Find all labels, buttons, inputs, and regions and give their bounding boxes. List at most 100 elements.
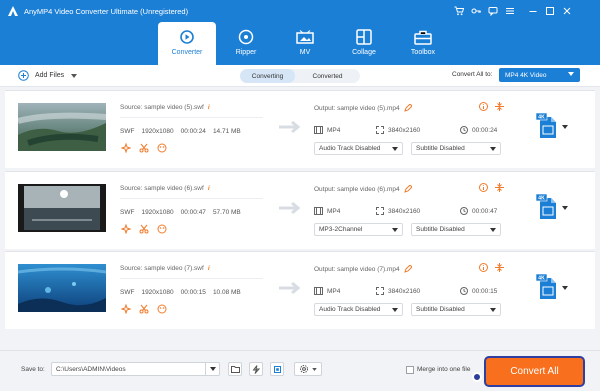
output-name: Output: sample video (6).mp4 — [314, 185, 400, 193]
tab-ripper[interactable]: Ripper — [217, 22, 275, 65]
subtitle-select[interactable]: Subtitle Disabled — [411, 142, 501, 155]
source-file: Source: sample video (7).swf i — [120, 265, 210, 272]
compress-icon[interactable] — [495, 183, 504, 192]
tab-converted[interactable]: Converted — [295, 69, 360, 83]
tab-collage[interactable]: Collage — [335, 22, 393, 65]
palette-icon[interactable] — [157, 143, 167, 153]
audio-track-select[interactable]: MP3-2Channel — [314, 223, 403, 236]
tab-label: Converter — [171, 49, 203, 56]
source-resolution: 1920x1080 — [141, 128, 174, 135]
chevron-down-icon — [312, 367, 317, 371]
close-icon[interactable] — [561, 5, 572, 16]
source-resolution: 1920x1080 — [141, 209, 174, 216]
audio-track-select[interactable]: Audio Track Disabled — [314, 142, 403, 155]
menu-icon[interactable] — [504, 5, 515, 16]
tab-mv[interactable]: MV — [276, 22, 334, 65]
chevron-down-icon[interactable] — [562, 286, 568, 290]
audio-track-select[interactable]: Audio Track Disabled — [314, 303, 403, 316]
chevron-down-icon — [392, 228, 398, 232]
output-duration: 00:00:47 — [472, 207, 498, 215]
cut-icon[interactable] — [139, 304, 149, 314]
clock-icon — [460, 207, 468, 215]
film-icon — [314, 287, 323, 295]
subtitle-select[interactable]: Subtitle Disabled — [411, 223, 501, 236]
mv-icon — [296, 29, 314, 45]
info-circle-icon[interactable] — [479, 263, 488, 272]
lightning-icon — [252, 364, 260, 374]
info-icon[interactable]: i — [208, 104, 210, 111]
mp4-4k-format-icon[interactable]: 4K — [536, 194, 558, 220]
resize-icon — [376, 287, 384, 295]
tab-converter[interactable]: Converter — [158, 22, 216, 65]
video-thumbnail[interactable] — [18, 184, 106, 232]
cart-icon[interactable] — [453, 5, 464, 16]
video-thumbnail[interactable] — [18, 264, 106, 312]
resize-icon — [376, 207, 384, 215]
cut-icon[interactable] — [139, 143, 149, 153]
output-resolution: 3840x2160 — [388, 207, 421, 215]
enhance-icon[interactable] — [121, 304, 131, 314]
save-path-select[interactable]: C:\Users\ADMIN\Videos — [51, 362, 220, 376]
clock-icon — [460, 287, 468, 295]
chevron-down-icon — [490, 228, 496, 232]
enhance-icon[interactable] — [121, 143, 131, 153]
enhance-icon[interactable] — [121, 224, 131, 234]
chevron-down-icon — [392, 308, 398, 312]
source-file: Source: sample video (6).swf i — [120, 185, 210, 192]
chat-icon[interactable] — [487, 5, 498, 16]
source-duration: 00:00:47 — [180, 209, 206, 216]
merge-checkbox[interactable] — [406, 366, 414, 374]
app-logo — [8, 6, 18, 16]
compress-icon[interactable] — [495, 102, 504, 111]
info-circle-icon[interactable] — [479, 183, 488, 192]
info-icon[interactable]: i — [208, 265, 210, 272]
add-files-button[interactable]: Add Files — [18, 70, 78, 81]
folder-icon — [230, 366, 240, 373]
app-title: AnyMP4 Video Converter Ultimate (Unregis… — [24, 7, 189, 16]
tab-label: MV — [299, 49, 311, 56]
gpu-icon — [273, 365, 281, 373]
hardware-accel-button[interactable] — [249, 362, 263, 376]
source-file: Source: sample video (5).swf i — [120, 104, 210, 111]
tab-converting[interactable]: Converting — [240, 69, 295, 83]
gpu-accel-button[interactable] — [270, 362, 284, 376]
subtitle-select[interactable]: Subtitle Disabled — [411, 303, 501, 316]
edit-icon[interactable] — [403, 104, 412, 112]
open-folder-button[interactable] — [228, 362, 242, 376]
video-thumbnail[interactable] — [18, 103, 106, 151]
convert-all-format-select[interactable]: MP4 4K Video — [499, 68, 580, 82]
palette-icon[interactable] — [157, 304, 167, 314]
output-format: MP4 — [327, 126, 341, 134]
source-format: SWF — [120, 289, 135, 296]
film-icon — [314, 207, 323, 215]
source-resolution: 1920x1080 — [141, 289, 174, 296]
tab-toolbox[interactable]: Toolbox — [394, 22, 452, 65]
minimize-icon[interactable] — [527, 5, 538, 16]
chevron-down-icon[interactable] — [562, 125, 568, 129]
cut-icon[interactable] — [139, 224, 149, 234]
edit-icon[interactable] — [403, 185, 412, 193]
info-icon[interactable]: i — [208, 185, 210, 192]
compress-icon[interactable] — [495, 263, 504, 272]
arrow-right-icon — [279, 121, 301, 133]
source-size: 10.08 MB — [212, 289, 241, 296]
edit-icon[interactable] — [403, 265, 412, 273]
chevron-down-icon[interactable] — [562, 206, 568, 210]
key-icon[interactable] — [470, 5, 481, 16]
maximize-icon[interactable] — [544, 5, 555, 16]
source-format: SWF — [120, 128, 135, 135]
chevron-down-icon[interactable] — [205, 363, 219, 375]
settings-button[interactable] — [294, 362, 322, 376]
svg-text:4K: 4K — [538, 276, 545, 282]
chevron-down-icon[interactable] — [71, 73, 78, 78]
palette-icon[interactable] — [157, 224, 167, 234]
mp4-4k-format-icon[interactable]: 4K — [536, 274, 558, 300]
mp4-4k-format-icon[interactable]: 4K — [536, 113, 558, 139]
save-path-value: C:\Users\ADMIN\Videos — [56, 365, 126, 373]
info-circle-icon[interactable] — [479, 102, 488, 111]
save-to-label: Save to: — [21, 366, 45, 373]
film-icon — [314, 126, 323, 134]
view-switch: Converting Converted — [240, 69, 360, 83]
collage-icon — [355, 29, 373, 45]
convert-all-button[interactable]: Convert All — [486, 358, 583, 385]
